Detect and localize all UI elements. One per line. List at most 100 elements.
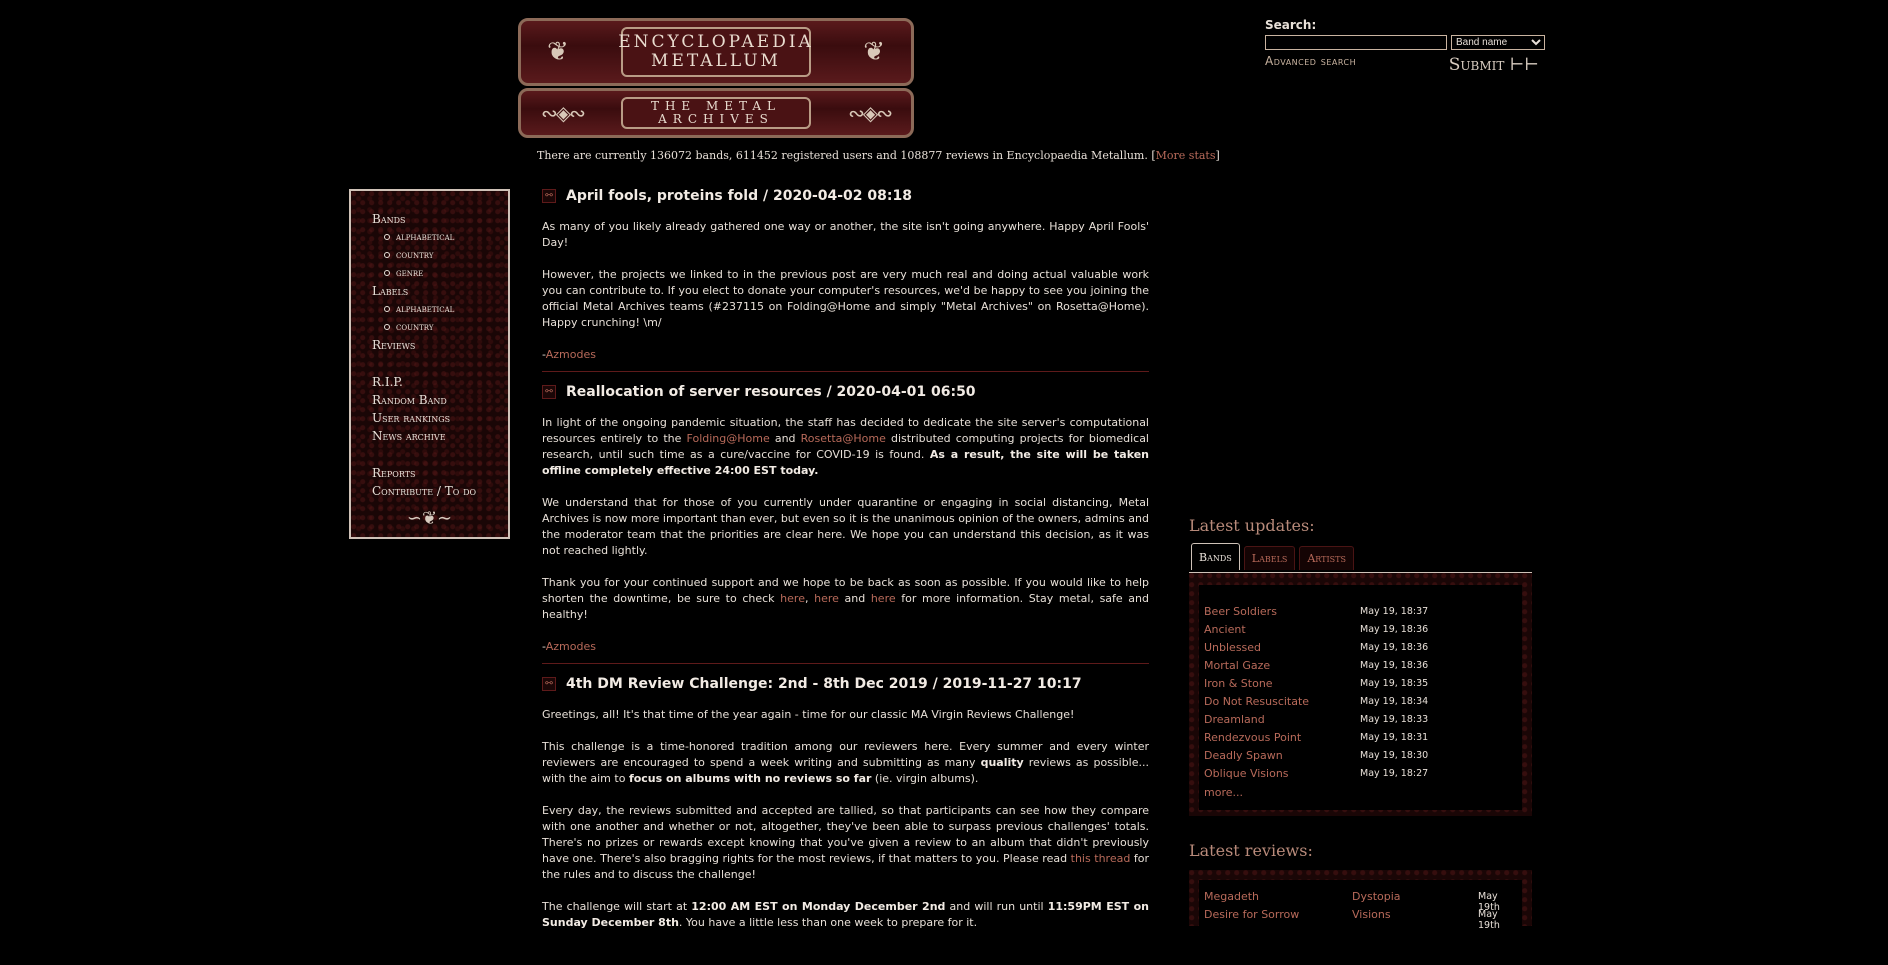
news-title: ⚯ Reallocation of server resources / 2020… — [542, 382, 1149, 402]
logo-subtitle-plate: THE METAL ARCHIVES — [621, 97, 811, 129]
menu-random-band[interactable]: Random Band — [372, 391, 500, 409]
menu-labels-alphabetical[interactable]: alphabetical — [372, 300, 500, 318]
permalink-icon[interactable]: ⚯ — [542, 385, 556, 399]
stats-text: There are currently 136072 bands, 611452… — [537, 149, 1156, 162]
site-stats: There are currently 136072 bands, 611452… — [537, 149, 1220, 162]
updates-tabs: Bands Labels Artists — [1191, 543, 1354, 570]
more-stats-link[interactable]: More stats — [1156, 149, 1216, 162]
this-thread-link[interactable]: this thread — [1071, 852, 1131, 865]
author-link[interactable]: Azmodes — [546, 348, 596, 361]
folding-home-link[interactable]: Folding@Home — [687, 432, 770, 445]
search-label: Search: — [1265, 18, 1317, 32]
news-paragraph: As many of you likely already gathered o… — [542, 220, 1149, 249]
news-title: ⚯ April fools, proteins fold / 2020-04-02… — [542, 186, 1149, 206]
updates-panel: Beer Soldiers May 19, 18:37 Ancient May 19… — [1189, 572, 1532, 816]
submit-search-button[interactable]: Submit ⊢⊢ — [1449, 55, 1539, 75]
permalink-icon[interactable]: ⚯ — [542, 677, 556, 691]
menu-reports[interactable]: Reports — [372, 464, 500, 482]
list-item: Oblique Visions May 19, 18:27 — [1204, 767, 1517, 785]
news-paragraph: Thank you for your continued support and… — [542, 576, 1149, 621]
list-item: Beer Soldiers May 19, 18:37 — [1204, 605, 1517, 623]
band-link[interactable]: Oblique Visions — [1204, 767, 1289, 780]
search-type-select[interactable]: Band name — [1451, 35, 1545, 50]
update-time: May 19, 18:33 — [1360, 714, 1429, 725]
menu-bands-country[interactable]: country — [372, 246, 500, 264]
band-link[interactable]: Rendezvous Point — [1204, 731, 1301, 744]
scroll-ornament-icon: ∾◈∾ — [848, 101, 893, 125]
news-item: ⚯ Reallocation of server resources / 2020… — [542, 382, 1149, 664]
tab-artists[interactable]: Artists — [1299, 546, 1354, 570]
permalink-icon[interactable]: ⚯ — [542, 189, 556, 203]
tab-labels[interactable]: Labels — [1243, 546, 1296, 570]
menu-ornament-icon: ∽❦∼ — [406, 508, 453, 529]
band-link[interactable]: Unblessed — [1204, 641, 1261, 654]
band-link[interactable]: Megadeth — [1204, 890, 1259, 903]
here-link-1[interactable]: here — [780, 592, 805, 605]
author-link[interactable]: Azmodes — [546, 640, 596, 653]
band-link[interactable]: Iron & Stone — [1204, 677, 1273, 690]
more-updates-link[interactable]: more... — [1204, 786, 1243, 799]
tab-bands[interactable]: Bands — [1191, 543, 1240, 570]
update-time: May 19, 18:36 — [1360, 624, 1429, 635]
menu-news-archive[interactable]: News archive — [372, 427, 500, 445]
here-link-3[interactable]: here — [871, 592, 896, 605]
news-paragraph: Every day, the reviews submitted and acc… — [542, 804, 1149, 881]
news-signature: -Azmodes — [542, 640, 596, 653]
list-item: Deadly Spawn May 19, 18:30 — [1204, 749, 1517, 767]
list-item: Ancient May 19, 18:36 — [1204, 623, 1517, 641]
news-title: ⚯ 4th DM Review Challenge: 2nd - 8th Dec … — [542, 674, 1149, 694]
here-link-2[interactable]: here — [814, 592, 839, 605]
update-time: May 19, 18:31 — [1360, 732, 1429, 743]
album-link[interactable]: Dystopia — [1352, 890, 1401, 903]
list-item: Mortal Gaze May 19, 18:36 — [1204, 659, 1517, 677]
rosetta-home-link[interactable]: Rosetta@Home — [801, 432, 886, 445]
update-time: May 19, 18:36 — [1360, 660, 1429, 671]
menu-contribute[interactable]: Contribute / To do — [372, 482, 500, 500]
menu-labels[interactable]: Labels — [372, 282, 500, 300]
band-link[interactable]: Desire for Sorrow — [1204, 908, 1299, 921]
scroll-ornament-icon: ∾◈∾ — [541, 101, 586, 125]
main-menu: Bands alphabetical country genre Labels … — [349, 189, 510, 539]
fleur-ornament-icon: ❦ — [863, 37, 885, 67]
news-signature: -Azmodes — [542, 348, 596, 361]
update-time: May 19, 18:35 — [1360, 678, 1429, 689]
reviews-panel: Megadeth Dystopia May 19th Desire for Sorr… — [1189, 870, 1532, 931]
review-date: May 19th — [1478, 909, 1500, 931]
logo-title-line2: METALLUM — [651, 51, 781, 71]
update-time: May 19, 18:37 — [1360, 606, 1429, 617]
menu-reviews[interactable]: Reviews — [372, 336, 500, 354]
search-input[interactable] — [1265, 35, 1447, 50]
news-feed: ⚯ April fools, proteins fold / 2020-04-02… — [542, 186, 1149, 965]
logo-top-spine: ❦ ENCYCLOPAEDIA METALLUM ❦ — [518, 18, 914, 86]
latest-updates-heading: Latest updates: — [1189, 516, 1315, 535]
list-item: Desire for Sorrow Visions May 19th — [1204, 908, 1517, 931]
list-item: Rendezvous Point May 19, 18:31 — [1204, 731, 1517, 749]
news-item: ⚯ 4th DM Review Challenge: 2nd - 8th Dec … — [542, 674, 1149, 955]
advanced-search-link[interactable]: Advanced search — [1265, 54, 1356, 68]
band-link[interactable]: Beer Soldiers — [1204, 605, 1277, 618]
menu-labels-country[interactable]: country — [372, 318, 500, 336]
stats-bracket: ] — [1215, 149, 1220, 162]
logo-title-line1: ENCYCLOPAEDIA — [618, 32, 814, 53]
menu-user-rankings[interactable]: User rankings — [372, 409, 500, 427]
news-paragraph: The challenge will start at 12:00 AM EST… — [542, 900, 1149, 929]
menu-bands-genre[interactable]: genre — [372, 264, 500, 282]
band-link[interactable]: Deadly Spawn — [1204, 749, 1283, 762]
band-link[interactable]: Do Not Resuscitate — [1204, 695, 1309, 708]
band-link[interactable]: Ancient — [1204, 623, 1246, 636]
update-time: May 19, 18:30 — [1360, 750, 1429, 761]
list-item: Do Not Resuscitate May 19, 18:34 — [1204, 695, 1517, 713]
search-form: Search: Band name Advanced search Submit… — [1265, 18, 1545, 75]
update-time: May 19, 18:36 — [1360, 642, 1429, 653]
band-link[interactable]: Mortal Gaze — [1204, 659, 1270, 672]
news-paragraph: In light of the ongoing pandemic situati… — [542, 416, 1149, 477]
site-logo[interactable]: ❦ ENCYCLOPAEDIA METALLUM ❦ ∾◈∾ THE METAL… — [518, 18, 914, 138]
menu-bands-alphabetical[interactable]: alphabetical — [372, 228, 500, 246]
album-link[interactable]: Visions — [1352, 908, 1391, 921]
update-time: May 19, 18:34 — [1360, 696, 1429, 707]
band-link[interactable]: Dreamland — [1204, 713, 1265, 726]
news-item: ⚯ April fools, proteins fold / 2020-04-02… — [542, 186, 1149, 372]
menu-bands[interactable]: Bands — [372, 210, 500, 228]
menu-rip[interactable]: R.I.P. — [372, 373, 500, 391]
logo-title-plate: ENCYCLOPAEDIA METALLUM — [618, 27, 814, 77]
